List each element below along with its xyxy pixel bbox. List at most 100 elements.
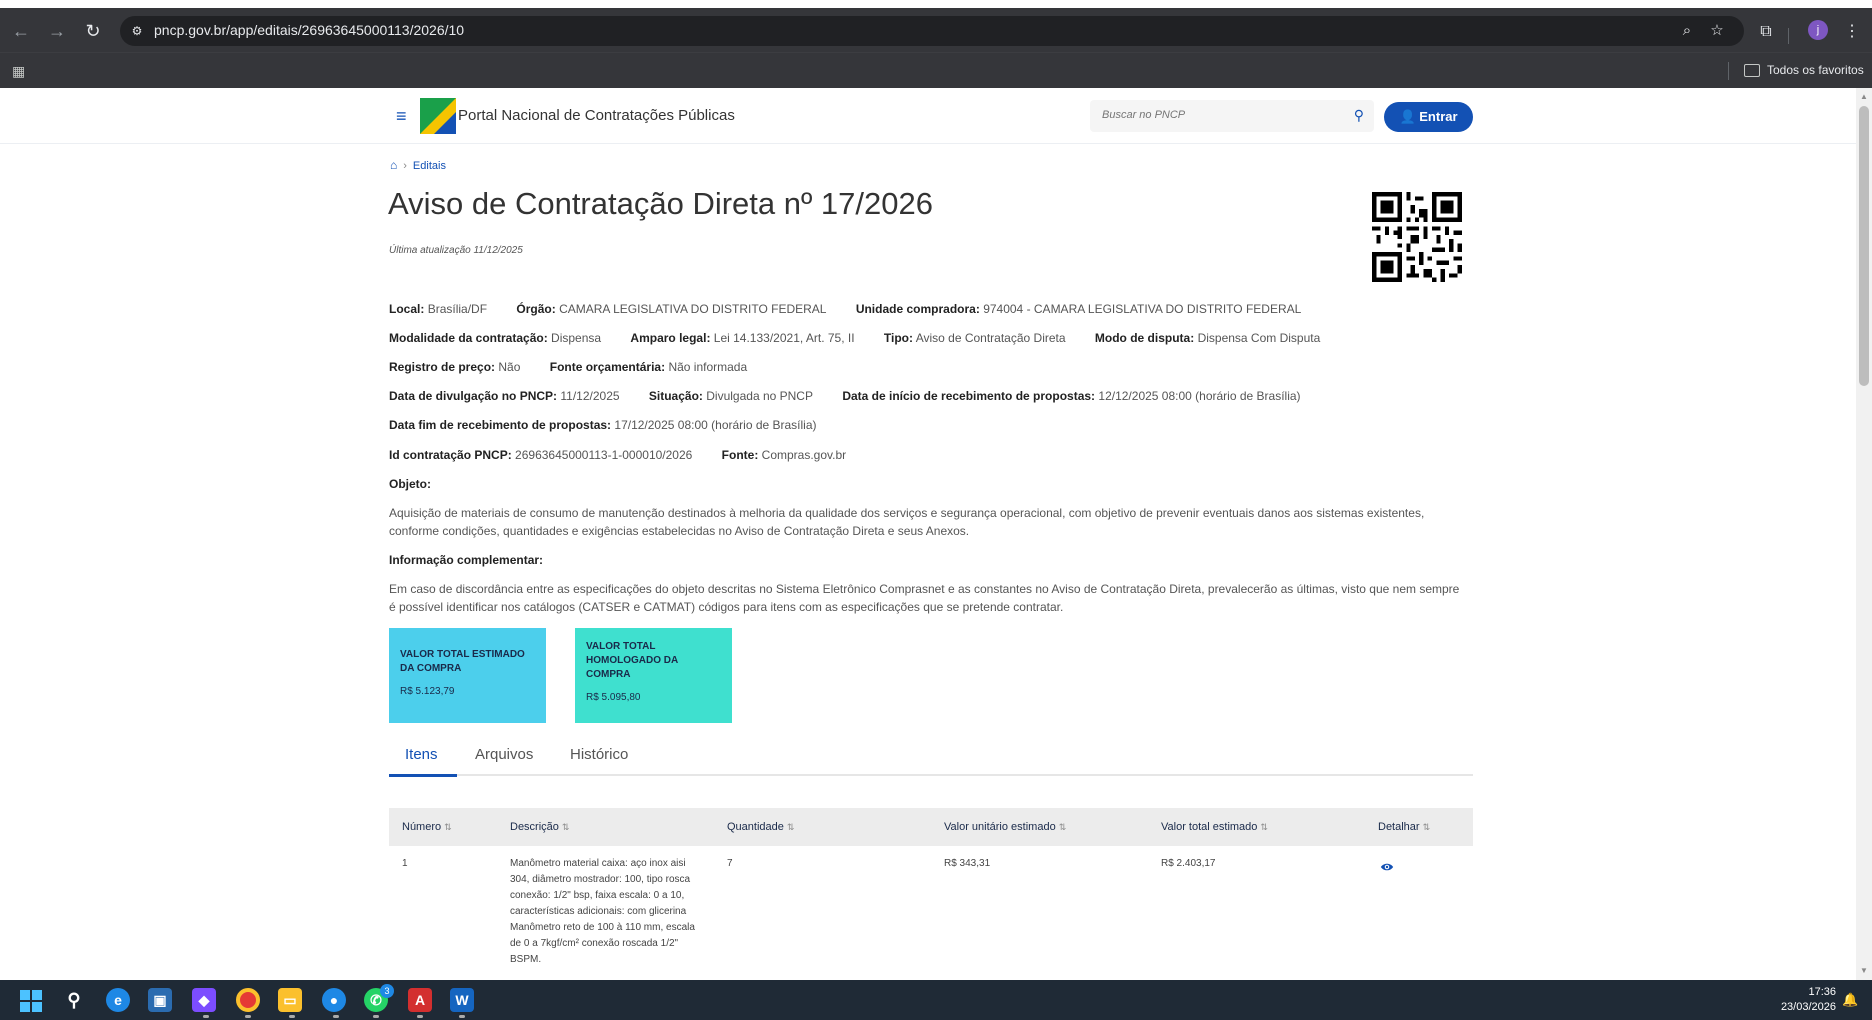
profile-avatar[interactable]: j [1808,20,1828,40]
field-orgao: Órgão: CAMARA LEGISLATIVA DO DISTRITO FE… [516,302,826,316]
back-icon[interactable]: ← [10,20,32,42]
url-text[interactable]: pncp.gov.br/app/editais/26963645000113/2… [154,22,464,38]
edge-icon[interactable]: e [106,988,130,1012]
card-homologado-value: R$ 5.095,80 [586,692,641,703]
sort-icon: ⇅ [1422,822,1431,832]
value-id-contratacao: 26963645000113-1-000010/2026 [515,448,693,462]
label-objeto: Objeto: [389,477,431,491]
zoom-icon[interactable]: ⌕ [1676,20,1698,42]
folder-icon[interactable] [1744,64,1760,77]
col-header-descricao[interactable]: Descrição ⇅ [510,821,569,833]
search-box: ⚲ [1090,100,1374,132]
apps-grid-icon[interactable]: ▦ [12,63,28,79]
toolbar-divider [1788,28,1789,44]
running-indicator [417,1015,423,1018]
sort-icon: ⇅ [1260,822,1268,832]
field-local: Local: Brasília/DF [389,302,487,316]
objeto-heading: Objeto: [389,477,431,491]
scroll-up-icon[interactable]: ▲ [1860,92,1868,101]
qr-code [1372,192,1462,282]
label-modo: Modo de disputa: [1094,331,1195,345]
col-header-numero[interactable]: Número ⇅ [402,821,452,833]
label-fonte-orcamentaria: Fonte orçamentária: [549,360,666,374]
col-valor-unitario-label: Valor unitário estimado [944,821,1056,833]
sort-icon: ⇅ [786,822,795,832]
sort-icon: ⇅ [444,822,452,832]
scrollbar-thumb[interactable] [1859,106,1869,386]
col-quantidade-label: Quantidade [727,821,784,833]
info-line-5: Data fim de recebimento de propostas: 17… [389,418,843,432]
breadcrumb-editais[interactable]: Editais [413,160,446,172]
extensions-icon[interactable]: ⧉ [1754,20,1778,44]
login-button[interactable]: 👤 Entrar [1384,102,1473,132]
col-header-valor-total[interactable]: Valor total estimado ⇅ [1161,821,1268,833]
col-header-quantidade[interactable]: Quantidade ⇅ [727,821,794,833]
cell-valor-total: R$ 2.403,17 [1161,858,1216,869]
windows-taskbar: ⚲ e ▣ ◆ ▭ ● ✆ 3 A W 17:36 23/03/2026 🔔 [0,980,1872,1020]
field-situacao: Situação: Divulgada no PNCP [649,389,813,403]
running-indicator [245,1015,251,1018]
app-icon[interactable]: ◆ [192,988,216,1012]
word-icon[interactable]: W [450,988,474,1012]
bookmarks-bar: ▦ Todos os favoritos [0,52,1872,88]
search-icon[interactable]: ⚲ [62,988,86,1012]
tab-arquivos[interactable]: Arquivos [475,746,533,763]
home-icon[interactable]: ⌂ [390,158,397,172]
site-header: ≡ Portal Nacional de Contratações Públic… [0,88,1856,144]
tab-itens[interactable]: Itens [405,746,438,763]
field-modalidade: Modalidade da contratação: Dispensa [389,331,601,345]
store-icon[interactable]: ▣ [148,988,172,1012]
value-situacao: Divulgada no PNCP [706,389,813,403]
reload-icon[interactable]: ↻ [82,20,104,42]
eye-icon[interactable] [1380,860,1394,874]
info-line-4: Data de divulgação no PNCP: 11/12/2025 S… [389,389,1327,403]
running-indicator [373,1015,379,1018]
info-line-1: Local: Brasília/DF Órgão: CAMARA LEGISLA… [389,302,1327,316]
card-valor-estimado: VALOR TOTAL ESTIMADO DA COMPRA R$ 5.123,… [389,628,546,723]
search-icon[interactable]: ⚲ [1354,107,1364,124]
label-orgao: Órgão: [516,302,556,316]
search-input[interactable] [1102,109,1332,121]
label-complementar: Informação complementar: [389,553,544,567]
field-unidade: Unidade compradora: 974004 - CAMARA LEGI… [856,302,1301,316]
notification-bell-icon[interactable]: 🔔 [1842,992,1858,1008]
label-unidade: Unidade compradora: [855,302,980,316]
forward-icon[interactable]: → [46,20,68,42]
file-explorer-icon[interactable]: ▭ [278,988,302,1012]
col-header-detalhar[interactable]: Detalhar ⇅ [1378,821,1430,833]
items-table-header: Número ⇅ Descrição ⇅ Quantidade ⇅ Valor uni… [389,808,1473,846]
menu-icon[interactable]: ≡ [396,106,407,127]
value-modo: Dispensa Com Disputa [1197,331,1321,345]
address-bar[interactable]: ⚙ pncp.gov.br/app/editais/26963645000113… [120,16,1744,46]
bookmark-star-icon[interactable]: ☆ [1706,20,1728,42]
acrobat-icon[interactable]: A [408,988,432,1012]
card-estimado-label: VALOR TOTAL ESTIMADO DA COMPRA [400,649,525,674]
value-inicio-propostas: 12/12/2025 08:00 (horário de Brasília) [1098,389,1301,403]
value-modalidade: Dispensa [551,331,602,345]
field-inicio-propostas: Data de início de recebimento de propost… [842,389,1300,403]
more-menu-icon[interactable]: ⋮ [1840,20,1864,44]
site-info-icon[interactable]: ⚙ [126,20,148,42]
windows-start-icon[interactable] [20,990,42,1012]
bookmarks-divider [1728,62,1729,80]
clock-time: 17:36 [1808,986,1836,998]
active-tab-indicator [389,774,457,777]
value-tipo: Aviso de Contratação Direta [915,331,1066,345]
system-clock[interactable]: 17:36 23/03/2026 [1770,985,1836,1015]
field-amparo: Amparo legal: Lei 14.133/2021, Art. 75, … [630,331,854,345]
app-icon[interactable]: ● [322,988,346,1012]
running-indicator [333,1015,339,1018]
page-scrollbar[interactable]: ▲ ▼ [1856,88,1872,980]
scroll-down-icon[interactable]: ▼ [1860,966,1868,975]
col-detalhar-label: Detalhar [1378,821,1420,833]
chrome-icon[interactable] [236,988,260,1012]
complementar-text: Em caso de discordância entre as especif… [389,582,1460,614]
col-header-valor-unitario[interactable]: Valor unitário estimado ⇅ [944,821,1066,833]
tab-historico[interactable]: Histórico [570,746,628,763]
field-registro: Registro de preço: Não [389,360,520,374]
all-bookmarks-link[interactable]: Todos os favoritos [1767,63,1864,77]
pncp-logo[interactable] [420,98,456,134]
portal-title[interactable]: Portal Nacional de Contratações Públicas [458,107,735,124]
label-tipo: Tipo: [883,331,914,345]
cell-numero: 1 [402,858,408,869]
